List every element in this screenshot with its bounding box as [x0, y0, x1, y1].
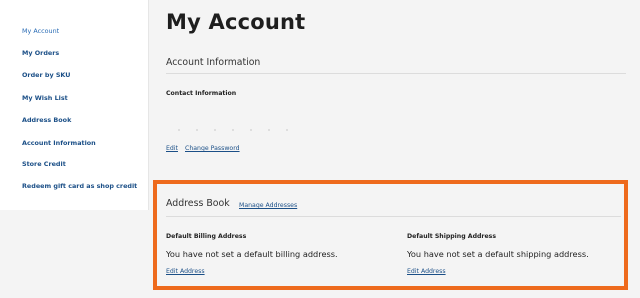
page-title: My Account: [166, 10, 306, 34]
address-book-divider: [166, 216, 621, 217]
account-sidebar: My Account My Orders Order by SKU My Wis…: [0, 0, 149, 210]
sidebar-item-store-credit[interactable]: Store Credit: [22, 160, 66, 168]
sidebar-item-account-information[interactable]: Account Information: [22, 139, 96, 147]
change-password-link[interactable]: Change Password: [185, 145, 240, 152]
billing-address-text: You have not set a default billing addre…: [166, 249, 338, 259]
billing-address-label: Default Billing Address: [166, 233, 247, 240]
shipping-address-label: Default Shipping Address: [407, 233, 497, 240]
redacted-contact-details: [170, 128, 290, 132]
sidebar-item-my-account[interactable]: My Account: [22, 27, 59, 35]
manage-addresses-link[interactable]: Manage Addresses: [239, 202, 297, 209]
edit-billing-address-link[interactable]: Edit Address: [166, 268, 205, 275]
sidebar-item-my-wish-list[interactable]: My Wish List: [22, 94, 68, 102]
edit-contact-link[interactable]: Edit: [166, 145, 178, 152]
section-divider: [166, 73, 626, 74]
edit-shipping-address-link[interactable]: Edit Address: [407, 268, 446, 275]
sidebar-item-order-by-sku[interactable]: Order by SKU: [22, 71, 70, 79]
address-book-heading: Address Book: [166, 198, 230, 209]
sidebar-item-redeem-gift-card[interactable]: Redeem gift card as shop credit: [22, 182, 137, 190]
contact-information-label: Contact Information: [166, 90, 237, 97]
shipping-address-text: You have not set a default shipping addr…: [407, 249, 589, 259]
sidebar-item-my-orders[interactable]: My Orders: [22, 49, 59, 57]
account-information-heading: Account Information: [166, 57, 261, 68]
sidebar-item-address-book[interactable]: Address Book: [22, 116, 71, 124]
